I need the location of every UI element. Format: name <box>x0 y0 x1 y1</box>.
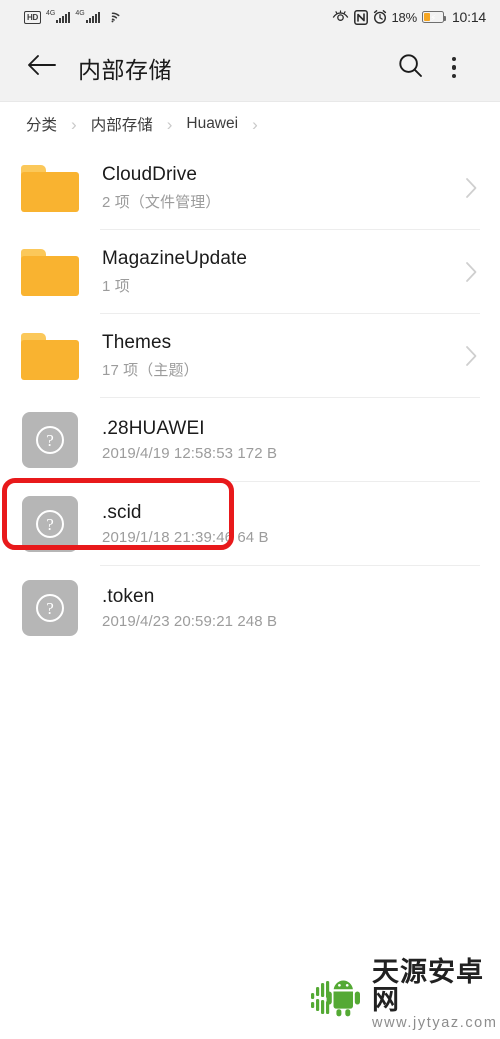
search-icon <box>397 52 424 84</box>
list-item-text: CloudDrive 2 项（文件管理） <box>102 164 457 212</box>
list-item-title: CloudDrive <box>102 164 197 185</box>
unknown-file-icon: ? <box>20 412 80 468</box>
chevron-right-icon: › <box>166 114 173 134</box>
list-item-title: .28HUAWEI <box>102 418 205 439</box>
page-title: 内部存储 <box>78 56 172 83</box>
list-item-text: .token 2019/4/23 20:59:21 248 B <box>102 586 478 630</box>
list-item-title: Themes <box>102 332 172 353</box>
folder-icon <box>20 160 80 216</box>
breadcrumb: 分类 › 内部存储 › Huawei › <box>0 102 500 146</box>
overflow-menu-button[interactable] <box>432 46 476 90</box>
watermark-text: 天源安卓网 www.jytyaz.com <box>372 958 500 1031</box>
list-item[interactable]: CloudDrive 2 项（文件管理） <box>0 146 500 230</box>
list-item-meta: 2019/4/23 20:59:21 248 B <box>102 613 278 630</box>
list-item[interactable]: ? .scid 2019/1/18 21:39:46 64 B <box>0 482 500 566</box>
list-item-meta: 2019/4/19 12:58:53 172 B <box>102 445 278 462</box>
search-button[interactable] <box>388 46 432 90</box>
sim1-network-label: 4G <box>45 9 56 17</box>
list-item-meta: 17 项（主题） <box>102 362 199 379</box>
hd-badge-icon: HD <box>24 10 41 24</box>
sim1-signal-icon: 4G <box>45 9 71 23</box>
list-item-text: MagazineUpdate 1 项 <box>102 248 457 296</box>
nfc-icon <box>353 9 368 25</box>
chevron-right-icon <box>457 345 478 367</box>
list-item-meta: 2 项（文件管理） <box>102 194 221 211</box>
chevron-right-icon: › <box>252 114 258 134</box>
status-bar: HD 4G 4G 18% ⚡ 10:14 <box>0 0 500 34</box>
battery-percent-label: 18% <box>391 9 418 25</box>
app-bar: 内部存储 <box>0 34 500 102</box>
list-item[interactable]: MagazineUpdate 1 项 <box>0 230 500 314</box>
status-clock: 10:14 <box>451 9 486 25</box>
sim2-signal-icon: 4G <box>75 9 100 23</box>
list-item-text: .28HUAWEI 2019/4/19 12:58:53 172 B <box>102 418 478 462</box>
watermark-site-url: www.jytyaz.com <box>372 1015 498 1031</box>
breadcrumb-item-0[interactable]: 分类 <box>20 111 63 137</box>
folder-icon <box>20 328 80 384</box>
list-item-themes[interactable]: Themes 17 项（主题） <box>0 314 500 398</box>
battery-charging-icon: ⚡ <box>421 11 447 23</box>
sim2-network-label: 4G <box>75 9 85 17</box>
breadcrumb-item-2[interactable]: Huawei <box>180 113 244 135</box>
list-item[interactable]: ? .28HUAWEI 2019/4/19 12:58:53 172 B <box>0 398 500 482</box>
list-item-title: .scid <box>102 502 142 523</box>
list-item-meta: 2019/1/18 21:39:46 64 B <box>102 529 269 546</box>
list-item-text: .scid 2019/1/18 21:39:46 64 B <box>102 502 478 546</box>
list-item-meta: 1 项 <box>102 278 130 295</box>
alarm-icon <box>373 10 387 24</box>
list-item[interactable]: ? .token 2019/4/23 20:59:21 248 B <box>0 566 500 650</box>
list-item-title: .token <box>102 586 155 607</box>
chevron-right-icon: › <box>71 114 77 134</box>
chevron-right-icon <box>457 261 478 283</box>
wifi-icon <box>105 11 120 23</box>
status-bar-left: HD 4G 4G <box>24 9 120 24</box>
folder-icon <box>20 244 80 300</box>
list-item-text: Themes 17 项（主题） <box>102 332 457 380</box>
breadcrumb-item-1[interactable]: 内部存储 <box>85 111 159 137</box>
more-vertical-icon <box>451 56 457 79</box>
watermark-site-name: 天源安卓网 <box>372 957 484 1015</box>
unknown-file-icon: ? <box>20 496 80 552</box>
android-robot-logo-icon <box>310 973 364 1017</box>
back-arrow-icon <box>27 53 57 82</box>
status-bar-right: 18% ⚡ 10:14 <box>332 9 486 25</box>
eye-comfort-icon <box>332 10 349 24</box>
list-item-title: MagazineUpdate <box>102 248 248 269</box>
back-button[interactable] <box>22 48 62 88</box>
unknown-file-icon: ? <box>20 580 80 636</box>
file-list: CloudDrive 2 项（文件管理） MagazineUpdate 1 项 … <box>0 146 500 650</box>
watermark: 天源安卓网 www.jytyaz.com <box>310 958 500 1031</box>
chevron-right-icon <box>457 177 478 199</box>
